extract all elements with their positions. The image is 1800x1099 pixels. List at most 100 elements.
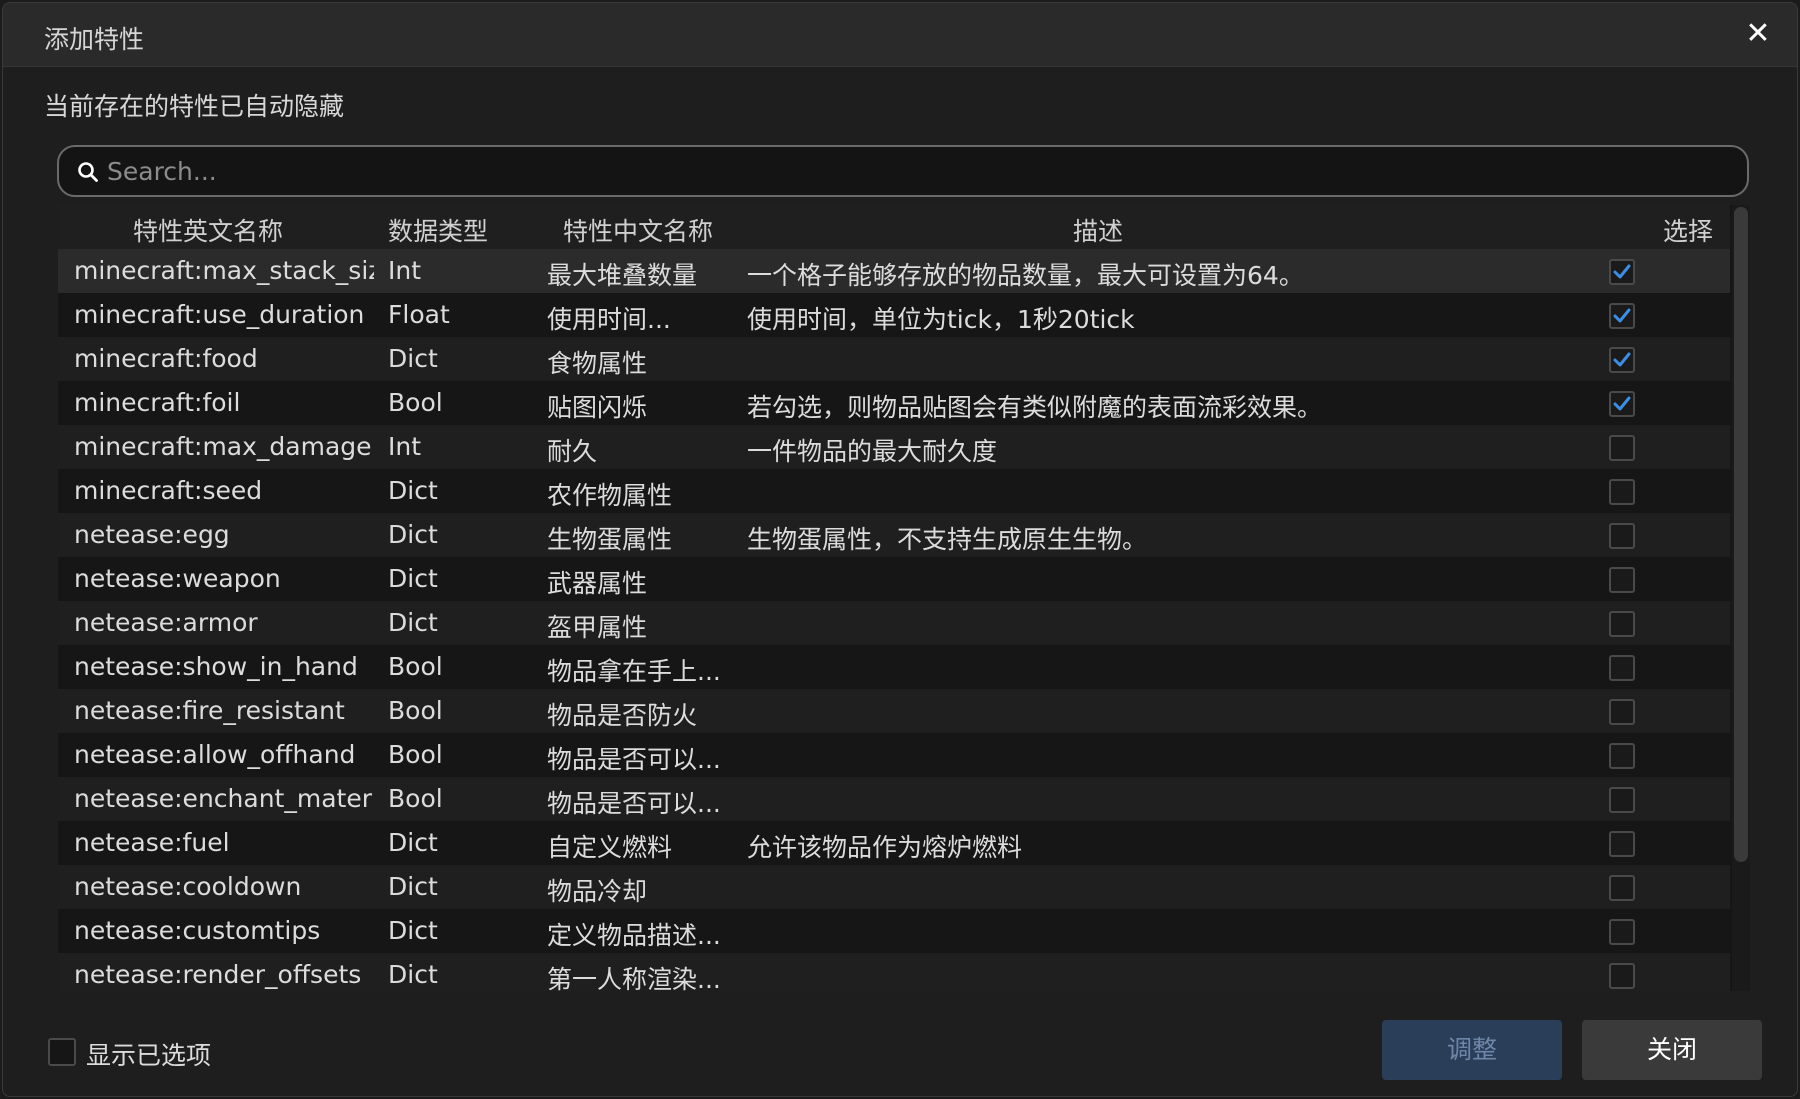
search-box[interactable] (57, 145, 1749, 197)
table-row[interactable]: netease:enchant_material Bool 物品是否可以... (58, 777, 1730, 821)
cell-type: Dict (388, 916, 438, 945)
table-row[interactable]: netease:armor Dict 盔甲属性 (58, 601, 1730, 645)
table-row[interactable]: netease:render_offsets Dict 第一人称渲染... (58, 953, 1730, 991)
select-checkbox[interactable] (1609, 699, 1635, 725)
table-row[interactable]: minecraft:foil Bool 贴图闪烁 若勾选，则物品贴图会有类似附魔的表面… (58, 381, 1730, 425)
checkmark-icon (1613, 396, 1631, 411)
select-checkbox[interactable] (1609, 435, 1635, 461)
cell-desc: 一件物品的最大耐久度 (747, 437, 998, 466)
select-checkbox[interactable] (1609, 963, 1635, 989)
cell-type: Bool (388, 740, 443, 769)
cell-cn-name: 物品拿在手上... (547, 657, 721, 686)
cell-type: Dict (388, 344, 438, 373)
select-checkbox[interactable] (1609, 303, 1635, 329)
cell-desc: 若勾选，则物品贴图会有类似附魔的表面流彩效果。 (747, 393, 1323, 422)
select-checkbox[interactable] (1609, 611, 1635, 637)
header-cn-name[interactable]: 特性中文名称 (538, 212, 738, 248)
cell-en-name: netease:show_in_hand (74, 652, 358, 681)
search-input[interactable] (107, 153, 1727, 189)
select-checkbox[interactable] (1609, 831, 1635, 857)
cell-en-name: netease:armor (74, 608, 258, 637)
select-checkbox[interactable] (1609, 259, 1635, 285)
cell-cn-name: 耐久 (547, 437, 598, 466)
checkmark-icon (1613, 352, 1631, 367)
select-checkbox[interactable] (1609, 391, 1635, 417)
select-checkbox[interactable] (1609, 875, 1635, 901)
table-row[interactable]: minecraft:food Dict 食物属性 (58, 337, 1730, 381)
cell-en-name: netease:render_offsets (74, 960, 362, 989)
table-row[interactable]: netease:weapon Dict 武器属性 (58, 557, 1730, 601)
table-row[interactable]: netease:cooldown Dict 物品冷却 (58, 865, 1730, 909)
table-row[interactable]: minecraft:max_damage Int 耐久 一件物品的最大耐久度 (58, 425, 1730, 469)
select-checkbox[interactable] (1609, 787, 1635, 813)
table-row[interactable]: netease:fire_resistant Bool 物品是否防火 (58, 689, 1730, 733)
select-checkbox[interactable] (1609, 655, 1635, 681)
cell-cn-name: 贴图闪烁 (547, 393, 648, 422)
table-header: 特性英文名称 数据类型 特性中文名称 描述 选择 (58, 205, 1730, 249)
cell-type: Dict (388, 828, 438, 857)
select-checkbox[interactable] (1609, 567, 1635, 593)
select-checkbox[interactable] (1609, 743, 1635, 769)
cell-type: Dict (388, 872, 438, 901)
cell-type: Dict (388, 520, 438, 549)
cell-type: Bool (388, 652, 443, 681)
cell-desc: 使用时间，单位为tick，1秒20tick (747, 305, 1135, 334)
close-button[interactable]: 关闭 (1582, 1020, 1762, 1080)
select-checkbox[interactable] (1609, 523, 1635, 549)
cell-type: Dict (388, 960, 438, 989)
table-row[interactable]: netease:egg Dict 生物蛋属性 生物蛋属性，不支持生成原生生物。 (58, 513, 1730, 557)
cell-cn-name: 最大堆叠数量 (547, 261, 698, 290)
select-checkbox[interactable] (1609, 479, 1635, 505)
cell-en-name: netease:fuel (74, 828, 230, 857)
cell-cn-name: 物品是否防火 (547, 701, 698, 730)
cell-cn-name: 生物蛋属性 (547, 525, 673, 554)
show-selected-label[interactable]: 显示已选项 (86, 1036, 211, 1072)
close-icon[interactable]: ✕ (1741, 17, 1775, 51)
table-row[interactable]: minecraft:seed Dict 农作物属性 (58, 469, 1730, 513)
select-checkbox[interactable] (1609, 347, 1635, 373)
select-checkbox[interactable] (1609, 919, 1635, 945)
table-row[interactable]: minecraft:max_stack_size Int 最大堆叠数量 一个格子能够存… (58, 249, 1730, 293)
cell-cn-name: 定义物品描述... (547, 921, 721, 950)
cell-type: Bool (388, 388, 443, 417)
table-row[interactable]: netease:show_in_hand Bool 物品拿在手上... (58, 645, 1730, 689)
table-scrollbar[interactable] (1732, 205, 1750, 991)
table-row[interactable]: netease:customtips Dict 定义物品描述... (58, 909, 1730, 953)
cell-cn-name: 使用时间... (547, 305, 671, 334)
cell-en-name: netease:enchant_material (74, 784, 374, 813)
cell-cn-name: 食物属性 (547, 349, 648, 378)
header-select[interactable]: 选择 (1648, 212, 1728, 248)
cell-en-name: minecraft:food (74, 344, 258, 373)
cell-cn-name: 农作物属性 (547, 481, 673, 510)
table-row[interactable]: netease:allow_offhand Bool 物品是否可以... (58, 733, 1730, 777)
adjust-button[interactable]: 调整 (1382, 1020, 1562, 1080)
table-row[interactable]: netease:fuel Dict 自定义燃料 允许该物品作为熔炉燃料 (58, 821, 1730, 865)
header-en-name[interactable]: 特性英文名称 (98, 212, 318, 248)
cell-cn-name: 第一人称渲染... (547, 965, 721, 991)
cell-desc: 一个格子能够存放的物品数量，最大可设置为64。 (747, 261, 1304, 290)
checkmark-icon (1613, 264, 1631, 279)
table-row[interactable]: minecraft:use_duration Float 使用时间... 使用时间，单… (58, 293, 1730, 337)
checkmark-icon (1613, 308, 1631, 323)
cell-en-name: minecraft:seed (74, 476, 263, 505)
cell-type: Bool (388, 696, 443, 725)
cell-en-name: netease:egg (74, 520, 230, 549)
scrollbar-thumb[interactable] (1734, 207, 1748, 862)
search-icon (78, 162, 98, 182)
header-desc[interactable]: 描述 (958, 212, 1238, 248)
header-type[interactable]: 数据类型 (358, 212, 518, 248)
cell-type: Dict (388, 476, 438, 505)
cell-type: Int (388, 256, 422, 285)
cell-type: Float (388, 300, 450, 329)
dialog-titlebar: 添加特性 ✕ (3, 3, 1797, 67)
cell-type: Int (388, 432, 422, 461)
cell-cn-name: 自定义燃料 (547, 833, 673, 862)
cell-cn-name: 物品冷却 (547, 877, 648, 906)
cell-en-name: minecraft:max_damage (74, 432, 372, 461)
show-selected-checkbox[interactable] (48, 1038, 76, 1066)
cell-cn-name: 盔甲属性 (547, 613, 648, 642)
cell-en-name: minecraft:use_duration (74, 300, 365, 329)
table-body: minecraft:max_stack_size Int 最大堆叠数量 一个格子能够存… (58, 249, 1730, 991)
cell-cn-name: 物品是否可以... (547, 789, 721, 818)
dialog-title: 添加特性 (44, 25, 145, 54)
